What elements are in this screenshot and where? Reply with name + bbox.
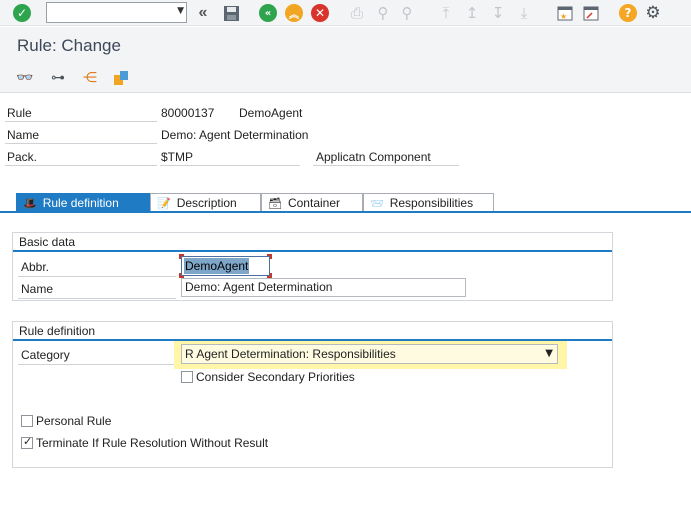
application-toolbar: 👓 ⊶ ⋲ (0, 63, 691, 93)
basic-name-input[interactable]: Demo: Agent Determination (181, 278, 466, 297)
page-title: Rule: Change (17, 36, 121, 55)
abbr-label: Abbr. (21, 260, 50, 274)
rule-label: Rule (7, 106, 32, 120)
chevron-down-icon[interactable]: ▼ (545, 345, 553, 363)
find-next-icon[interactable]: ⚲ (397, 3, 417, 23)
consider-secondary-label: Consider Secondary Priorities (196, 370, 355, 384)
name-label: Name (7, 128, 40, 142)
component-label: Applicatn Component (316, 150, 431, 164)
display-change-icon[interactable]: 👓 (15, 68, 35, 88)
tab-container[interactable]: 🗃 Container (261, 193, 363, 212)
rule-abbr: DemoAgent (239, 106, 303, 120)
last-page-icon[interactable]: ⤓ (514, 3, 534, 23)
container-icon: 🗃 (268, 196, 282, 210)
tab-responsibilities[interactable]: 📨 Responsibilities (363, 193, 494, 212)
command-dropdown-icon[interactable]: ▼ (177, 6, 184, 16)
tab-description[interactable]: 📝 Description (150, 193, 261, 212)
header-name-row: Name Demo: Agent Determination (0, 125, 691, 147)
header-rule-row: Rule 80000137 DemoAgent (0, 103, 691, 125)
terminate-label: Terminate If Rule Resolution Without Res… (36, 436, 269, 450)
responsibilities-icon: 📨 (370, 196, 384, 210)
title-bar: Rule: Change (0, 27, 691, 63)
settings-gear-icon[interactable]: ⚙ (643, 3, 663, 23)
personal-rule-checkbox[interactable] (21, 415, 33, 427)
tab-rule-definition[interactable]: 🎩 Rule definition (16, 193, 150, 212)
system-toolbar: ✓ ▼ « « ︽ ✕ ⎙ ⚲ ⚲ ⤒ ↥ ↧ ⤓ ★ ? ⚙ (0, 0, 691, 26)
exit-icon[interactable]: ︽ (284, 3, 304, 23)
print-icon[interactable]: ⎙ (347, 3, 367, 23)
header-pack-row: Pack. $TMP Applicatn Component (0, 147, 691, 169)
terminate-checkbox[interactable] (21, 435, 33, 449)
pack-value: $TMP (161, 150, 194, 164)
category-label: Category (21, 348, 70, 362)
shortcut-icon[interactable] (581, 3, 601, 23)
pack-label: Pack. (7, 150, 38, 164)
enter-check-icon[interactable]: ✓ (12, 3, 32, 23)
basic-name-label: Name (21, 282, 54, 296)
help-icon[interactable]: ? (618, 3, 638, 23)
command-input[interactable] (47, 3, 165, 22)
name-value: Demo: Agent Determination (161, 128, 309, 142)
hierarchy-icon[interactable]: ⋲ (80, 68, 100, 88)
history-back-icon[interactable]: « (193, 3, 213, 23)
category-select[interactable]: R Agent Determination: Responsibilities … (181, 344, 558, 364)
personal-rule-label: Personal Rule (36, 414, 112, 428)
basic-data-title: Basic data (19, 235, 76, 249)
svg-text:★: ★ (560, 12, 567, 21)
hat-icon: 🎩 (23, 196, 37, 210)
rule-id: 80000137 (161, 106, 215, 120)
next-page-icon[interactable]: ↧ (488, 3, 508, 23)
save-icon[interactable] (221, 3, 241, 23)
tab-underline (0, 211, 691, 213)
rule-definition-title: Rule definition (19, 324, 96, 338)
simulate-icon[interactable]: ⊶ (48, 68, 68, 88)
cancel-icon[interactable]: ✕ (310, 3, 330, 23)
first-page-icon[interactable]: ⤒ (436, 3, 456, 23)
back-icon[interactable]: « (258, 3, 278, 23)
transport-icon[interactable] (111, 68, 131, 88)
consider-secondary-checkbox[interactable] (181, 371, 193, 383)
command-field[interactable]: ▼ (46, 2, 187, 23)
abbr-input[interactable]: DemoAgent (181, 256, 270, 276)
previous-page-icon[interactable]: ↥ (462, 3, 482, 23)
document-icon: 📝 (157, 196, 171, 210)
new-session-icon[interactable]: ★ (555, 3, 575, 23)
find-icon[interactable]: ⚲ (373, 3, 393, 23)
